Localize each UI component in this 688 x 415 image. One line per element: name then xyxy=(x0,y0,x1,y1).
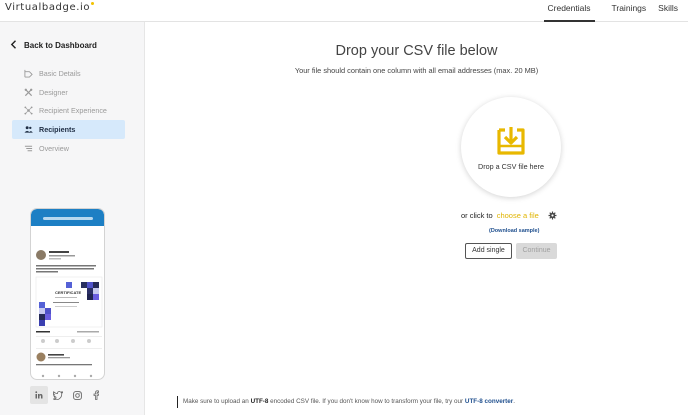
footnote-text-2: encoded CSV file. If you don't know how … xyxy=(268,398,465,405)
logo-dot xyxy=(91,2,95,5)
upload-tray-icon xyxy=(497,127,525,155)
social-preview-switcher xyxy=(30,386,106,404)
sidebar-item-recipients[interactable]: Recipients xyxy=(12,120,125,140)
top-bar: Virtualbadge.io Credentials Trainings Sk… xyxy=(0,0,688,22)
continue-button[interactable]: Continue xyxy=(516,243,557,259)
logo-text: Virtualbadge.io xyxy=(5,2,91,13)
nav-trainings[interactable]: Trainings xyxy=(612,0,647,22)
twitter-icon[interactable] xyxy=(49,386,67,404)
sidebar-menu: Basic Details Designer Recipient Experie… xyxy=(12,64,125,158)
sidebar-item-label: Designer xyxy=(39,87,68,97)
phone-header xyxy=(31,209,104,226)
footnote-text-1: Make sure to upload an xyxy=(183,398,251,405)
csv-dropzone[interactable]: Drop a CSV file here xyxy=(461,97,561,197)
choose-file-row: or click to choose a file xyxy=(461,211,557,220)
upload-footnote: Make sure to upload an UTF-8 encoded CSV… xyxy=(177,396,515,408)
sidebar: Back to Dashboard Basic Details Designer… xyxy=(0,22,145,415)
gear-icon[interactable] xyxy=(548,211,557,220)
certificate-preview-graphic: CERTIFICATE xyxy=(35,250,103,378)
footnote-text-3: . xyxy=(513,398,515,405)
back-label: Back to Dashboard xyxy=(24,41,97,50)
download-sample-link[interactable]: (Download sample) xyxy=(489,228,539,234)
main-nav: Credentials Trainings Skills xyxy=(543,0,688,22)
sidebar-item-basic-details[interactable]: Basic Details xyxy=(12,64,125,83)
facebook-icon[interactable] xyxy=(87,386,105,404)
sidebar-item-label: Overview xyxy=(39,144,69,154)
back-to-dashboard-link[interactable]: Back to Dashboard xyxy=(10,40,97,51)
page-subtitle: Your file should contain one column with… xyxy=(294,66,539,75)
phone-preview: CERTIFICATE xyxy=(30,208,105,380)
nav-credentials[interactable]: Credentials xyxy=(543,0,595,22)
network-icon xyxy=(24,106,33,116)
nav-skills[interactable]: Skills xyxy=(658,0,678,22)
sidebar-item-label: Recipients xyxy=(39,125,76,135)
sidebar-item-overview[interactable]: Overview xyxy=(12,139,125,158)
list-icon xyxy=(24,145,33,152)
logo[interactable]: Virtualbadge.io xyxy=(5,2,95,13)
sidebar-item-recipient-experience[interactable]: Recipient Experience xyxy=(12,102,125,121)
instagram-icon[interactable] xyxy=(68,386,86,404)
choose-file-link[interactable]: choose a file xyxy=(497,211,539,220)
certificate-label: CERTIFICATE xyxy=(55,290,81,295)
utf8-converter-link[interactable]: UTF-8 converter xyxy=(465,398,513,405)
sidebar-item-label: Basic Details xyxy=(39,68,81,78)
chevron-left-icon xyxy=(10,40,20,51)
hanger-icon xyxy=(24,69,33,78)
dropzone-text: Drop a CSV file here xyxy=(478,162,544,171)
page-title: Drop your CSV file below xyxy=(335,43,498,59)
linkedin-icon[interactable] xyxy=(30,386,48,404)
footnote-utf8: UTF-8 xyxy=(250,398,269,405)
add-single-button[interactable]: Add single xyxy=(465,243,512,259)
tools-icon xyxy=(24,88,33,96)
sidebar-item-label: Recipient Experience xyxy=(39,106,107,116)
people-icon xyxy=(24,126,33,133)
sidebar-item-designer[interactable]: Designer xyxy=(12,83,125,102)
or-click-text: or click to xyxy=(461,211,493,220)
